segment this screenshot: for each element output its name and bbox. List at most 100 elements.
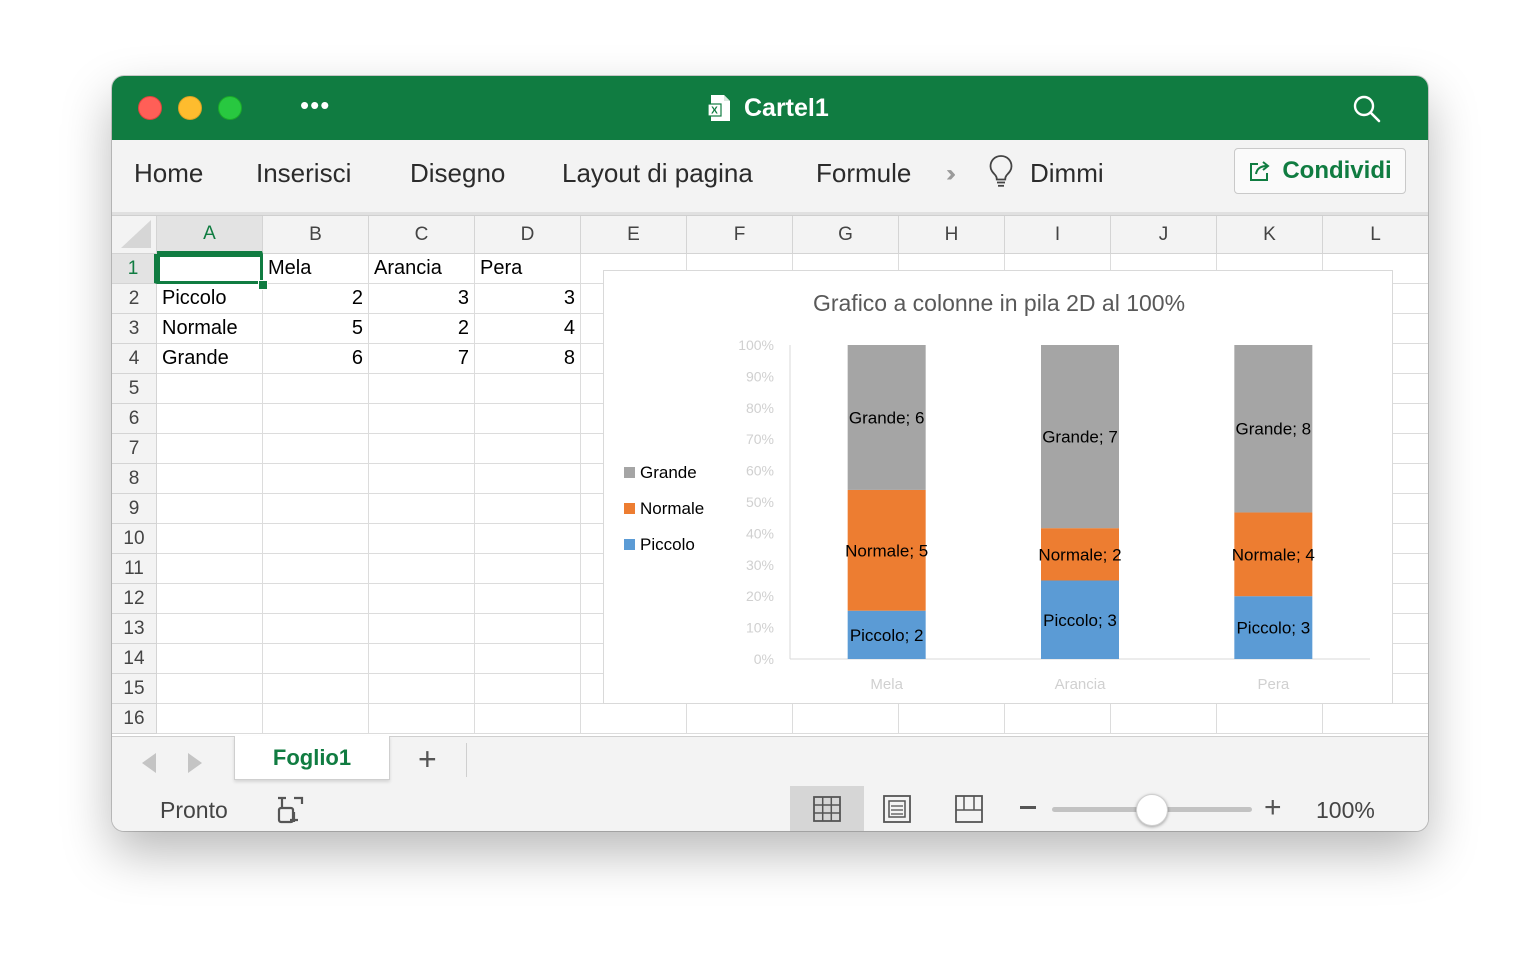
tell-me-search[interactable]: Dimmi [1030, 158, 1104, 189]
cell-a13[interactable] [157, 614, 263, 644]
cell-d13[interactable] [475, 614, 581, 644]
share-button[interactable]: Condividi [1234, 148, 1406, 194]
zoom-level[interactable]: 100% [1316, 797, 1375, 824]
cell-a2[interactable]: Piccolo [157, 284, 263, 314]
row-header-4[interactable]: 4 [112, 344, 157, 374]
cell-a14[interactable] [157, 644, 263, 674]
cell-c6[interactable] [369, 404, 475, 434]
row-header-3[interactable]: 3 [112, 314, 157, 344]
search-icon[interactable] [1352, 94, 1382, 124]
row-header-16[interactable]: 16 [112, 704, 157, 734]
row-header-9[interactable]: 9 [112, 494, 157, 524]
normal-view-button[interactable] [790, 786, 864, 831]
cell-b1[interactable]: Mela [263, 254, 369, 284]
sheet-tab-foglio1[interactable]: Foglio1 [234, 736, 390, 780]
more-options-icon[interactable]: ••• [300, 92, 330, 118]
row-header-7[interactable]: 7 [112, 434, 157, 464]
page-layout-view-icon[interactable] [882, 794, 912, 824]
zoom-slider-thumb[interactable] [1136, 794, 1168, 826]
column-header-h[interactable]: H [899, 216, 1005, 254]
cell-a6[interactable] [157, 404, 263, 434]
cell-d16[interactable] [475, 704, 581, 734]
cell-c3[interactable]: 2 [369, 314, 475, 344]
cell-b9[interactable] [263, 494, 369, 524]
cell-l16[interactable] [1323, 704, 1428, 734]
column-header-e[interactable]: E [581, 216, 687, 254]
cell-a4[interactable]: Grande [157, 344, 263, 374]
stacked-column-chart[interactable]: Grafico a colonne in pila 2D al 100% 0% 10… [603, 270, 1393, 704]
cell-c7[interactable] [369, 434, 475, 464]
cell-d2[interactable]: 3 [475, 284, 581, 314]
cell-a3[interactable]: Normale [157, 314, 263, 344]
cell-c11[interactable] [369, 554, 475, 584]
cell-a7[interactable] [157, 434, 263, 464]
zoom-out-icon[interactable] [1020, 806, 1036, 809]
cell-d6[interactable] [475, 404, 581, 434]
cell-d9[interactable] [475, 494, 581, 524]
cell-a5[interactable] [157, 374, 263, 404]
row-header-1[interactable]: 1 [112, 254, 157, 284]
cell-h16[interactable] [899, 704, 1005, 734]
cell-c15[interactable] [369, 674, 475, 704]
cell-c10[interactable] [369, 524, 475, 554]
column-header-a[interactable]: A [157, 216, 263, 254]
cell-b5[interactable] [263, 374, 369, 404]
cell-d12[interactable] [475, 584, 581, 614]
tab-layout-di-pagina[interactable]: Layout di pagina [562, 158, 753, 189]
cell-c14[interactable] [369, 644, 475, 674]
more-tabs-chevron-icon[interactable]: ›› [946, 160, 956, 188]
cell-d1[interactable]: Pera [475, 254, 581, 284]
cell-b2[interactable]: 2 [263, 284, 369, 314]
cell-b4[interactable]: 6 [263, 344, 369, 374]
column-header-f[interactable]: F [687, 216, 793, 254]
cell-j16[interactable] [1111, 704, 1217, 734]
cell-c13[interactable] [369, 614, 475, 644]
column-header-j[interactable]: J [1111, 216, 1217, 254]
cell-c9[interactable] [369, 494, 475, 524]
cell-d7[interactable] [475, 434, 581, 464]
cell-b15[interactable] [263, 674, 369, 704]
cell-g16[interactable] [793, 704, 899, 734]
cell-b12[interactable] [263, 584, 369, 614]
page-break-preview-icon[interactable] [954, 794, 984, 824]
minimize-window-button[interactable] [178, 96, 202, 120]
row-header-10[interactable]: 10 [112, 524, 157, 554]
cell-a12[interactable] [157, 584, 263, 614]
cell-d10[interactable] [475, 524, 581, 554]
next-sheet-icon[interactable] [188, 753, 202, 773]
column-header-g[interactable]: G [793, 216, 899, 254]
cell-b10[interactable] [263, 524, 369, 554]
row-header-15[interactable]: 15 [112, 674, 157, 704]
row-header-8[interactable]: 8 [112, 464, 157, 494]
cell-c8[interactable] [369, 464, 475, 494]
cell-a10[interactable] [157, 524, 263, 554]
cell-b14[interactable] [263, 644, 369, 674]
cell-c12[interactable] [369, 584, 475, 614]
tab-home[interactable]: Home [134, 158, 203, 189]
close-window-button[interactable] [138, 96, 162, 120]
cell-a8[interactable] [157, 464, 263, 494]
cell-b16[interactable] [263, 704, 369, 734]
fill-handle[interactable] [258, 280, 268, 290]
cell-c2[interactable]: 3 [369, 284, 475, 314]
previous-sheet-icon[interactable] [142, 753, 156, 773]
row-header-5[interactable]: 5 [112, 374, 157, 404]
cell-a11[interactable] [157, 554, 263, 584]
cell-c5[interactable] [369, 374, 475, 404]
row-header-6[interactable]: 6 [112, 404, 157, 434]
cell-k16[interactable] [1217, 704, 1323, 734]
column-header-i[interactable]: I [1005, 216, 1111, 254]
macro-recording-icon[interactable] [274, 794, 306, 826]
add-sheet-icon[interactable]: + [418, 743, 437, 775]
zoom-in-icon[interactable]: + [1264, 790, 1282, 826]
column-header-d[interactable]: D [475, 216, 581, 254]
cell-b11[interactable] [263, 554, 369, 584]
column-header-l[interactable]: L [1323, 216, 1428, 254]
row-header-2[interactable]: 2 [112, 284, 157, 314]
zoom-window-button[interactable] [218, 96, 242, 120]
cell-b3[interactable]: 5 [263, 314, 369, 344]
cell-d3[interactable]: 4 [475, 314, 581, 344]
cell-e16[interactable] [581, 704, 687, 734]
cell-b13[interactable] [263, 614, 369, 644]
cell-a15[interactable] [157, 674, 263, 704]
